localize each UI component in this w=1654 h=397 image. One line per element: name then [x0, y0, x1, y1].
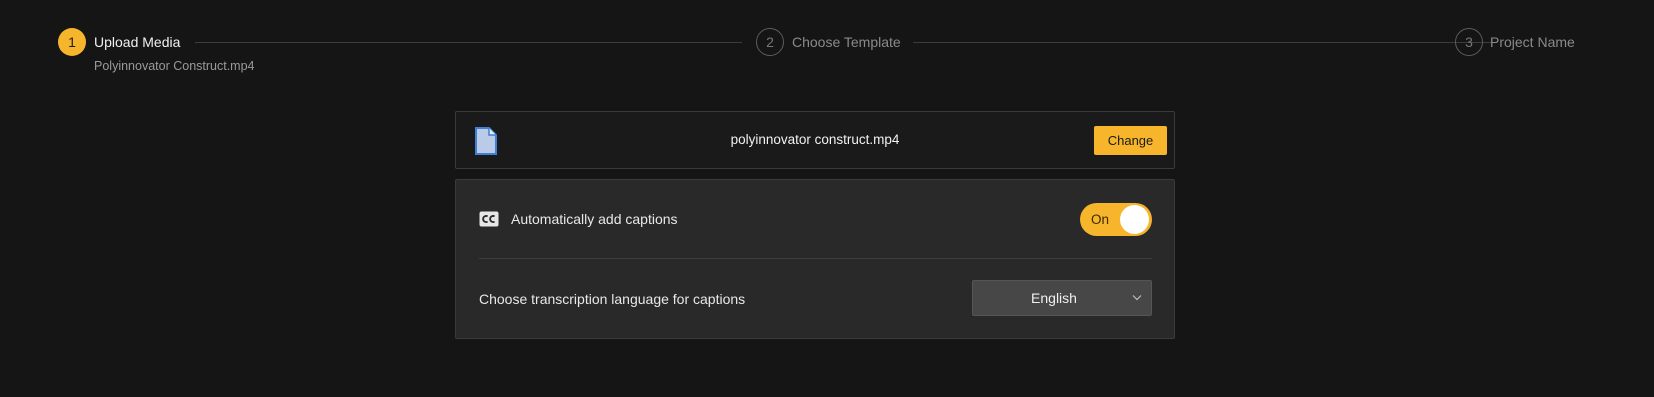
file-name: polyinnovator construct.mp4 — [730, 132, 900, 147]
step-1-label: Upload Media — [94, 34, 181, 50]
step-1-number: 1 — [68, 34, 76, 50]
step-2-number: 2 — [766, 34, 774, 50]
chevron-down-icon — [1132, 295, 1142, 301]
selected-language: English — [1031, 290, 1077, 306]
step-connector-1 — [195, 42, 742, 43]
settings-divider — [479, 258, 1152, 259]
auto-captions-toggle[interactable]: On — [1080, 203, 1152, 236]
transcription-language-select[interactable]: English — [972, 280, 1152, 316]
step-1-subtitle: Polyinnovator Construct.mp4 — [94, 59, 255, 73]
step-3-number: 3 — [1465, 34, 1473, 50]
change-file-button[interactable]: Change — [1094, 126, 1167, 155]
caption-settings-card: Automatically add captions On Choose tra… — [455, 179, 1175, 339]
progress-stepper: 1 Upload Media Polyinnovator Construct.m… — [58, 28, 1578, 88]
step-1-circle: 1 — [58, 28, 86, 56]
toggle-state-text: On — [1091, 212, 1110, 227]
step-3-label: Project Name — [1490, 34, 1575, 50]
step-3-circle: 3 — [1455, 28, 1483, 56]
closed-captions-icon — [479, 211, 499, 227]
step-2-circle: 2 — [756, 28, 784, 56]
toggle-knob — [1120, 205, 1149, 234]
step-2-label: Choose Template — [792, 34, 901, 50]
auto-captions-label: Automatically add captions — [511, 211, 678, 227]
step-connector-2 — [913, 42, 1497, 43]
selected-file-card: polyinnovator construct.mp4 Change — [455, 111, 1175, 169]
transcription-language-label: Choose transcription language for captio… — [479, 291, 746, 307]
